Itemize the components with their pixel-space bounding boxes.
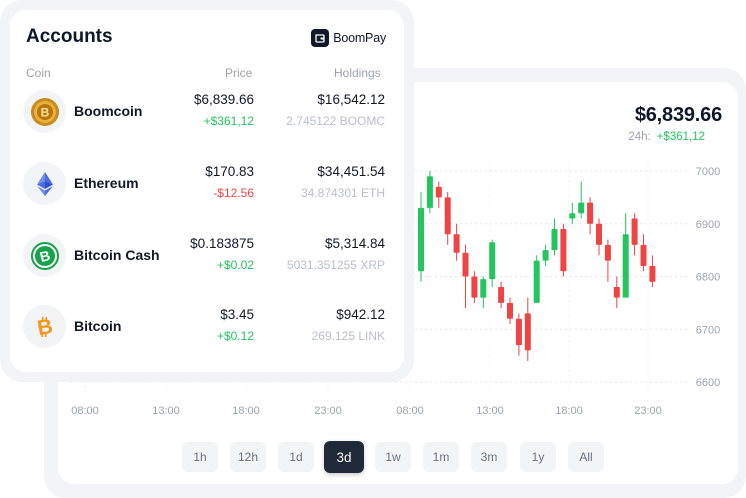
- candle-body: [418, 207, 424, 272]
- candle-body: [435, 186, 442, 198]
- bitcoin-icon: B: [23, 305, 66, 348]
- candle-body: [551, 229, 558, 251]
- x-tick-label: 13:00: [476, 405, 504, 417]
- coin-holding: $5,314.84: [324, 236, 385, 251]
- candle-body: [631, 218, 638, 245]
- y-tick-label: 6600: [696, 377, 720, 389]
- coin-name: Boomcoin: [74, 103, 143, 119]
- timeframe-1m-button[interactable]: 1m: [423, 442, 459, 472]
- candle-body: [578, 202, 585, 214]
- timeframe-1d-button[interactable]: 1d: [278, 442, 314, 472]
- candle-body: [640, 244, 647, 266]
- candle-body: [622, 234, 629, 298]
- x-tick-label: 23:00: [314, 405, 342, 417]
- ethereum-icon: [23, 162, 66, 205]
- coin-change: -$12.56: [213, 186, 254, 200]
- y-tick-label: 7000: [696, 166, 720, 178]
- column-price: Price: [225, 66, 253, 80]
- x-tick-label: 08:00: [71, 405, 99, 417]
- coin-name: Bitcoin: [74, 318, 122, 334]
- brand-logo: BoomPay: [311, 29, 386, 47]
- coin-change: +$0.02: [216, 258, 254, 272]
- candle-body: [489, 242, 496, 280]
- coin-price: $170.83: [205, 164, 254, 179]
- change-label: 24h:: [628, 131, 651, 143]
- column-holdings: Holdings: [334, 66, 381, 80]
- coin-holding: $34,451.54: [317, 164, 385, 179]
- candle-body: [515, 318, 522, 346]
- bitcoin-cash-icon: B: [23, 234, 66, 277]
- coin-quantity: 2.745122 BOOMC: [286, 114, 385, 128]
- coin-quantity: 5031.351255 XRP: [286, 258, 385, 272]
- price-change-24h: 24h: +$361,12: [628, 131, 705, 143]
- candle-body: [426, 176, 433, 208]
- candle-body: [480, 279, 487, 298]
- x-tick-label: 18:00: [555, 405, 583, 417]
- coin-name: Bitcoin Cash: [74, 247, 160, 263]
- wallet-icon: [311, 29, 330, 47]
- accounts-title: Accounts: [26, 26, 113, 47]
- y-tick-label: 6700: [696, 324, 720, 336]
- timeframe-all-button[interactable]: All: [568, 442, 604, 472]
- candle-body: [462, 252, 469, 277]
- coin-price: $0.183875: [190, 236, 254, 251]
- candle-body: [542, 250, 549, 261]
- change-value: +$361,12: [656, 131, 705, 143]
- brand-name: BoomPay: [333, 31, 386, 45]
- candle-body: [453, 234, 460, 253]
- y-tick-label: 6800: [696, 272, 720, 284]
- account-row-bitcoin-cash[interactable]: B Bitcoin Cash $0.183875 +$0.02 $5,314.8…: [0, 234, 414, 284]
- y-tick-label: 6900: [696, 219, 720, 231]
- account-row-bitcoin[interactable]: B Bitcoin $3.45 +$0.12 $942.12 269.125 L…: [0, 305, 414, 355]
- timeframe-1w-button[interactable]: 1w: [375, 442, 411, 472]
- candle-body: [587, 202, 594, 224]
- candle-body: [604, 244, 611, 261]
- coin-change: +$0.12: [216, 329, 254, 343]
- x-tick-label: 23:00: [634, 405, 662, 417]
- x-tick-label: 08:00: [396, 405, 424, 417]
- timeframe-3m-button[interactable]: 3m: [471, 442, 507, 472]
- timeframe-12h-button[interactable]: 12h: [230, 442, 266, 472]
- candle-body: [560, 229, 567, 272]
- column-coin: Coin: [26, 66, 51, 80]
- candle-body: [613, 287, 620, 298]
- coin-holding: $942.12: [336, 307, 385, 322]
- candle-body: [533, 260, 540, 303]
- candle-body: [498, 287, 505, 303]
- svg-text:B: B: [40, 105, 49, 119]
- current-price: $6,839.66: [634, 104, 722, 126]
- coin-change: +$361,12: [203, 114, 254, 128]
- coin-quantity: 34.874301 ETH: [300, 186, 385, 200]
- account-row-ethereum[interactable]: Ethereum $170.83 -$12.56 $34,451.54 34.8…: [0, 162, 414, 212]
- candle-body: [507, 302, 513, 319]
- coin-quantity: 269.125 LINK: [311, 329, 385, 343]
- boomcoin-icon: B: [23, 90, 66, 133]
- candle-body: [596, 223, 602, 245]
- timeframe-3d-button[interactable]: 3d: [324, 441, 364, 473]
- candle-body: [569, 213, 576, 219]
- coin-price: $3.45: [220, 307, 254, 322]
- candle-body: [524, 313, 531, 351]
- candle-body: [471, 276, 478, 298]
- coin-holding: $16,542.12: [317, 92, 385, 107]
- timeframe-selector: 1h 12h 1d 3d 1w 1m 3m 1y All: [0, 441, 746, 473]
- candle-body: [444, 197, 451, 235]
- timeframe-1h-button[interactable]: 1h: [182, 442, 218, 472]
- account-row-boomcoin[interactable]: B Boomcoin $6,839.66 +$361,12 $16,542.12…: [0, 90, 414, 140]
- coin-price: $6,839.66: [193, 92, 254, 107]
- coin-name: Ethereum: [74, 175, 139, 191]
- x-tick-label: 18:00: [232, 405, 260, 417]
- timeframe-1y-button[interactable]: 1y: [520, 442, 556, 472]
- x-tick-label: 13:00: [152, 405, 180, 417]
- candle-body: [649, 265, 656, 282]
